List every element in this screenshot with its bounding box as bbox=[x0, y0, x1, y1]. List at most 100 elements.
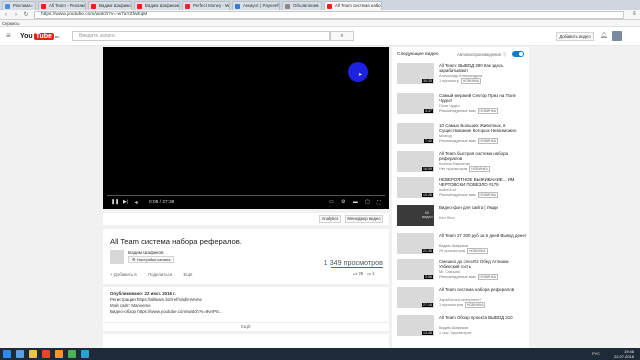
skype-icon[interactable] bbox=[81, 350, 89, 358]
add-video-button[interactable]: Добавить видео bbox=[556, 32, 594, 41]
more-button[interactable]: Ещё bbox=[183, 272, 192, 277]
video-thumbnail[interactable]: 10:26 bbox=[397, 177, 434, 198]
tab-favicon-icon bbox=[285, 4, 290, 9]
address-bar[interactable]: https://www.youtube.com/watch?v=-w7aYZfw… bbox=[34, 11, 624, 19]
video-thumbnail[interactable]: 13:48 bbox=[397, 315, 434, 336]
related-video-meta: 1 просмотров НОВИНКА bbox=[439, 301, 486, 308]
forward-icon[interactable]: › bbox=[12, 11, 20, 19]
volume-icon[interactable]: 🔊︎ bbox=[135, 200, 138, 206]
subtitles-icon[interactable]: ▭ bbox=[329, 200, 334, 205]
video-thumbnail[interactable]: 60 видео bbox=[397, 205, 434, 226]
chrome-icon[interactable] bbox=[68, 350, 76, 358]
firefox-icon[interactable] bbox=[55, 350, 63, 358]
start-icon[interactable] bbox=[3, 350, 11, 358]
close-tab-icon[interactable]: × bbox=[175, 3, 177, 8]
search-input[interactable]: Введите запрос bbox=[72, 31, 330, 41]
browser-tab[interactable]: Вадим Шафиков - YouT...× bbox=[134, 1, 180, 10]
language-indicator[interactable]: РУС bbox=[592, 351, 600, 356]
browser-menu-icon[interactable]: ≡ bbox=[632, 11, 636, 17]
channel-avatar[interactable] bbox=[110, 250, 124, 264]
close-tab-icon[interactable]: × bbox=[275, 3, 277, 8]
related-video-title[interactable]: All Team Обзор проекта ВЫВОД 310 bbox=[439, 315, 527, 320]
video-duration: 16:59 bbox=[422, 167, 433, 171]
close-tab-icon[interactable]: × bbox=[31, 3, 33, 8]
fullscreen-icon[interactable]: ⛶ bbox=[377, 200, 380, 206]
related-video-title[interactable]: All Team: ВЫВОД 390 Как здесь зарабатыва… bbox=[439, 63, 527, 73]
related-video-title[interactable]: All Team 27 200 руб за 6 дней Вывод дене… bbox=[439, 233, 527, 238]
related-video-item[interactable]: 21:36 All Team 27 200 руб за 6 дней Вывод… bbox=[397, 233, 527, 257]
tab-favicon-icon bbox=[185, 4, 190, 9]
related-video-item[interactable]: 27:16 All Team система набора рефералов За… bbox=[397, 287, 527, 311]
action-buttons: + Добавить в Поделиться Ещё bbox=[110, 272, 202, 277]
notifications-bell-icon[interactable]: 🔔︎ bbox=[600, 32, 608, 39]
browser-tab[interactable]: Perfect Money - Way to...× bbox=[182, 1, 230, 10]
theater-mode-icon[interactable]: ▬ bbox=[353, 200, 358, 205]
video-thumbnail[interactable]: 3:37 bbox=[397, 93, 434, 114]
youtube-logo[interactable]: You Tube RU bbox=[20, 32, 59, 41]
browser-tab[interactable]: Вадим Шафиков × bbox=[88, 1, 132, 10]
pause-icon[interactable]: ❚❚ bbox=[111, 200, 119, 205]
related-video-item[interactable]: 16:59 All Team быстрая система набора реф… bbox=[397, 151, 527, 175]
close-tab-icon[interactable]: × bbox=[127, 3, 129, 8]
close-tab-icon[interactable]: × bbox=[225, 3, 227, 8]
progress-bar[interactable] bbox=[107, 195, 385, 196]
video-thumbnail[interactable]: 7:40 bbox=[397, 123, 434, 144]
info-icon[interactable]: ⓘ bbox=[502, 52, 506, 57]
close-tab-icon[interactable]: × bbox=[81, 3, 83, 8]
back-icon[interactable]: ‹ bbox=[2, 11, 10, 19]
video-thumbnail[interactable]: 16:59 bbox=[397, 151, 434, 172]
settings-gear-icon[interactable]: ⚙ bbox=[341, 200, 345, 205]
browser-tab[interactable]: Аккаунт | Payeer® E-W...× bbox=[232, 1, 280, 10]
video-thumbnail[interactable]: 27:16 bbox=[397, 287, 434, 308]
related-video-title[interactable]: All Team быстрая система набора реферало… bbox=[439, 151, 527, 161]
channel-settings-button[interactable]: ⚙ Настройки канала bbox=[128, 256, 175, 263]
related-video-item[interactable]: 3:56 Смешно до слез!!!2 Обед Атлюма-Узбек… bbox=[397, 259, 527, 283]
related-video-views: 1 просмотров bbox=[439, 302, 463, 307]
video-thumbnail[interactable]: 3:56 bbox=[397, 259, 434, 280]
channel-name[interactable]: Вадим Шафиков bbox=[128, 250, 163, 255]
thumbs-up-icon[interactable]: 👍︎ bbox=[353, 271, 357, 276]
cast-icon[interactable]: ▢ bbox=[365, 200, 370, 205]
related-video-title[interactable]: 10 Самых Больших Животных, в Существован… bbox=[439, 123, 527, 133]
next-icon[interactable]: ▶| bbox=[123, 200, 128, 205]
guide-menu-icon[interactable]: ≡ bbox=[6, 32, 11, 40]
related-video-item[interactable]: 13:48 All Team Обзор проекта ВЫВОД 310 Вад… bbox=[397, 315, 527, 339]
bookmark-services[interactable]: Сервисы bbox=[2, 21, 19, 26]
related-video-title[interactable]: Смешно до слез!!!2 Обед Атлюма-Узбекский… bbox=[439, 259, 527, 269]
related-video-item[interactable]: 60 видео Видео-фон для сайта | Люди Ken St… bbox=[397, 205, 527, 229]
related-video-title[interactable]: All Team система набора рефералов bbox=[439, 287, 527, 292]
related-video-item[interactable]: 30:35 All Team: ВЫВОД 390 Как здесь зараб… bbox=[397, 63, 527, 87]
account-avatar[interactable] bbox=[612, 31, 622, 41]
taskbar-clock[interactable]: 19:46 22.07.2016 bbox=[614, 349, 634, 359]
search-button[interactable]: ⌕ bbox=[330, 31, 354, 41]
add-to-button[interactable]: + Добавить в bbox=[110, 272, 137, 277]
close-tab-icon[interactable]: × bbox=[317, 3, 319, 8]
description-line[interactable]: Видео-обзор https://www.youtube.com/watc… bbox=[110, 309, 382, 315]
video-thumbnail[interactable]: 30:35 bbox=[397, 63, 434, 84]
browser-tab[interactable]: Объявления × bbox=[282, 1, 322, 10]
autoplay-toggle[interactable] bbox=[512, 51, 524, 57]
related-video-title[interactable]: Самый мерзкий Сектор Приз на Поле Чудес! bbox=[439, 93, 527, 103]
related-video-title[interactable]: Видео-фон для сайта | Люди bbox=[439, 205, 527, 210]
thumbs-down-icon[interactable]: 👎︎ bbox=[367, 271, 371, 276]
related-video-title[interactable]: НЕВЕРОЯТНОЕ ВЫЖИВАНИЕ... ИМ ЧЕРТОВСКИ ПО… bbox=[439, 177, 527, 187]
video-player[interactable]: ➤ ❚❚ ▶| 🔊︎ 0:08 / 27:38 ▭ ⚙ ▬ ▢ ⛶ bbox=[103, 47, 389, 209]
related-video-item[interactable]: 7:40 10 Самых Больших Животных, в Существ… bbox=[397, 123, 527, 147]
show-more-button[interactable]: ЕЩЁ bbox=[103, 322, 389, 330]
related-video-item[interactable]: 3:37 Самый мерзкий Сектор Приз на Поле Чу… bbox=[397, 93, 527, 117]
browser-tab[interactable]: All Team - Реклама и за...× bbox=[38, 1, 86, 10]
browser-tab[interactable]: Реклама × bbox=[2, 1, 36, 10]
video-manager-button[interactable]: Менеджер видео bbox=[345, 215, 383, 223]
share-button[interactable]: Поделиться bbox=[148, 272, 172, 277]
related-video-item[interactable]: 10:26 НЕВЕРОЯТНОЕ ВЫЖИВАНИЕ... ИМ ЧЕРТОВС… bbox=[397, 177, 527, 201]
browser-tab-strip: Реклама×All Team - Реклама и за...×Вадим… bbox=[0, 0, 640, 10]
close-tab-icon[interactable]: × bbox=[377, 3, 379, 8]
analytics-button[interactable]: Analytics bbox=[319, 215, 341, 223]
reload-icon[interactable]: ↻ bbox=[22, 11, 30, 19]
browser-tab[interactable]: All Team система набо... × bbox=[324, 1, 382, 10]
video-thumbnail[interactable]: 21:36 bbox=[397, 233, 434, 254]
media-player-icon[interactable] bbox=[42, 350, 50, 358]
related-video-meta: 1 тыс. просмотров bbox=[439, 331, 471, 336]
explorer-icon[interactable] bbox=[29, 350, 37, 358]
ie-icon[interactable] bbox=[16, 350, 24, 358]
